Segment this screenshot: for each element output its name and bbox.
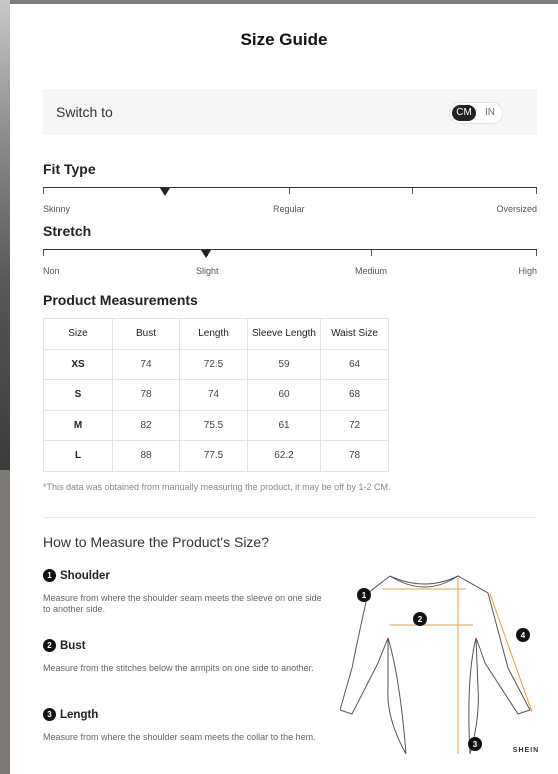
measure-item-desc: Measure from where the shoulder seam mee… bbox=[43, 732, 316, 742]
measurement-note: *This data was obtained from manually me… bbox=[43, 482, 391, 492]
scale-tick bbox=[536, 188, 537, 194]
marker-2-label: 2 bbox=[418, 615, 423, 624]
table-cell: 78 bbox=[112, 379, 180, 411]
measure-item-title: Length bbox=[60, 708, 99, 721]
table-cell: 72.5 bbox=[179, 348, 248, 380]
scale-tick bbox=[43, 188, 44, 194]
table-cell: 78 bbox=[320, 440, 389, 472]
table-cell: S bbox=[43, 379, 113, 411]
marker-1-label: 1 bbox=[362, 591, 367, 600]
stretch-heading: Stretch bbox=[43, 223, 92, 239]
table-row: XS 74 72.5 59 64 bbox=[43, 348, 389, 380]
garment-outline bbox=[387, 637, 477, 754]
column-header: Bust bbox=[112, 318, 180, 350]
table-cell: 74 bbox=[179, 379, 248, 411]
table-cell: 82 bbox=[112, 409, 180, 441]
unit-switch-bar: Switch to CM IN bbox=[43, 89, 537, 135]
marker-3-label: 3 bbox=[473, 740, 478, 749]
modal-title: Size Guide bbox=[240, 30, 328, 49]
table-cell: 60 bbox=[247, 379, 321, 411]
measure-item-title: Shoulder bbox=[60, 569, 110, 582]
backdrop-image-edge bbox=[0, 0, 10, 470]
switch-label: Switch to bbox=[56, 104, 113, 120]
scale-tick bbox=[536, 250, 537, 256]
table-cell: 59 bbox=[247, 348, 321, 380]
measure-item-desc: Measure from where the shoulder seam mee… bbox=[43, 593, 322, 614]
table-cell: 74 bbox=[112, 348, 180, 380]
stretch-scale bbox=[43, 249, 537, 258]
stretch-marker bbox=[201, 250, 211, 258]
table-cell: 75.5 bbox=[179, 409, 248, 441]
column-header: Length bbox=[179, 318, 248, 350]
fit-type-scale bbox=[43, 187, 537, 196]
table-header-row: Size Bust Length Sleeve Length Waist Siz… bbox=[43, 318, 389, 350]
measure-item-shoulder: 1 Shoulder Measure from where the shoulde… bbox=[43, 569, 323, 615]
section-divider bbox=[43, 517, 537, 518]
column-header: Size bbox=[43, 318, 113, 350]
column-header: Sleeve Length bbox=[247, 318, 321, 350]
measure-item-desc: Measure from the stitches below the armp… bbox=[43, 663, 314, 673]
how-to-heading: How to Measure the Product's Size? bbox=[43, 534, 270, 550]
unit-toggle[interactable]: CM IN bbox=[449, 102, 503, 124]
fit-label-skinny: Skinny bbox=[43, 204, 71, 214]
table-cell: L bbox=[43, 440, 113, 472]
table-cell: M bbox=[43, 409, 113, 441]
scale-tick bbox=[43, 250, 44, 256]
scale-tick bbox=[412, 188, 413, 194]
stretch-label-non: Non bbox=[43, 266, 60, 276]
table-cell: XS bbox=[43, 348, 113, 380]
table-cell: 88 bbox=[112, 440, 180, 472]
fit-type-heading: Fit Type bbox=[43, 161, 96, 177]
measure-item-bust: 2 Bust Measure from the stitches below th… bbox=[43, 639, 323, 674]
table-cell: 77.5 bbox=[179, 440, 248, 472]
column-header: Waist Size bbox=[320, 318, 389, 350]
unit-cm-option[interactable]: CM bbox=[452, 105, 476, 121]
measurements-table: Size Bust Length Sleeve Length Waist Siz… bbox=[43, 318, 389, 472]
table-cell: 72 bbox=[320, 409, 389, 441]
number-badge-icon: 2 bbox=[43, 639, 56, 652]
stretch-label-high: High bbox=[518, 266, 537, 276]
fit-label-regular: Regular bbox=[273, 204, 305, 214]
unit-in-option[interactable]: IN bbox=[479, 105, 501, 121]
size-guide-modal: Size Guide Switch to CM IN Fit Type Skin… bbox=[10, 4, 558, 774]
table-row: M 82 75.5 61 72 bbox=[43, 409, 389, 441]
garment-outline bbox=[389, 575, 459, 588]
bodysuit-diagram: 1 2 3 4 SHEIN bbox=[340, 575, 539, 754]
number-badge-icon: 1 bbox=[43, 569, 56, 582]
scale-tick bbox=[289, 188, 290, 194]
marker-4-label: 4 bbox=[521, 631, 526, 640]
table-row: S 78 74 60 68 bbox=[43, 379, 389, 411]
sleeve-measure-line bbox=[489, 593, 533, 713]
fit-label-oversized: Oversized bbox=[496, 204, 537, 214]
stretch-label-slight: Slight bbox=[196, 266, 219, 276]
table-cell: 64 bbox=[320, 348, 389, 380]
garment-outline bbox=[340, 575, 407, 754]
measurements-heading: Product Measurements bbox=[43, 292, 198, 308]
garment-outline bbox=[389, 575, 531, 754]
number-badge-icon: 3 bbox=[43, 708, 56, 721]
table-row: L 88 77.5 62.2 78 bbox=[43, 440, 389, 472]
measure-item-length: 3 Length Measure from where the shoulder … bbox=[43, 708, 323, 743]
table-cell: 68 bbox=[320, 379, 389, 411]
table-cell: 61 bbox=[247, 409, 321, 441]
fit-type-marker bbox=[160, 188, 170, 196]
scale-tick bbox=[371, 250, 372, 256]
brand-logo: SHEIN bbox=[513, 747, 539, 754]
table-cell: 62.2 bbox=[247, 440, 321, 472]
stretch-label-medium: Medium bbox=[355, 266, 388, 276]
measure-item-title: Bust bbox=[60, 639, 86, 652]
